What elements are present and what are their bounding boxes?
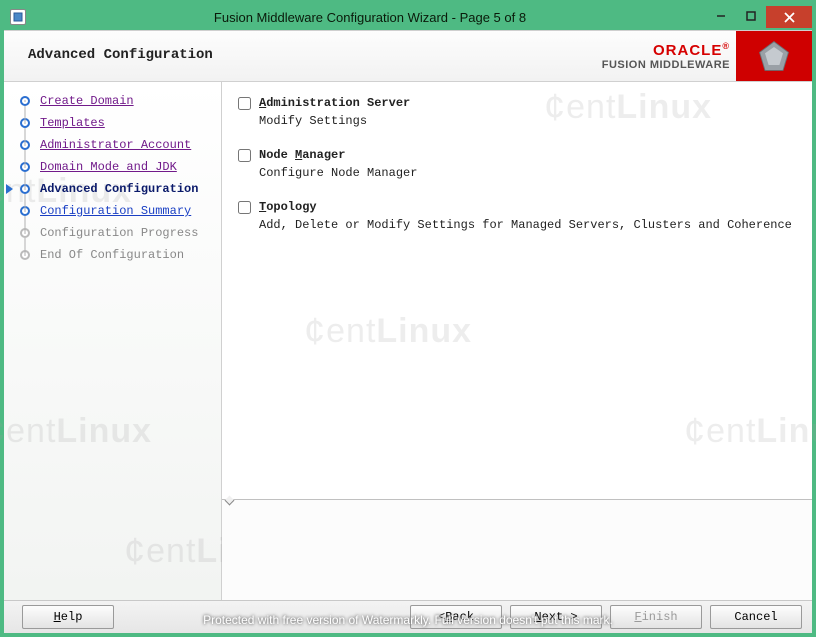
step-label: Configuration Progress	[40, 226, 198, 240]
option-admin-server-title: Administration Server	[259, 96, 410, 110]
oracle-logo-text: ORACLE®	[602, 41, 730, 59]
window-title: Fusion Middleware Configuration Wizard -…	[34, 10, 706, 25]
wizard-step-end-of-configuration: End Of Configuration	[18, 244, 215, 266]
step-label: Configuration Summary	[40, 204, 191, 218]
step-dot-icon	[20, 96, 30, 106]
oracle-subtitle: FUSION MIDDLEWARE	[602, 59, 730, 71]
step-label: Advanced Configuration	[40, 182, 198, 196]
step-dot-icon	[20, 206, 30, 216]
wizard-step-templates[interactable]: Templates	[18, 112, 215, 134]
page-header: Advanced Configuration ORACLE® FUSION MI…	[4, 31, 812, 82]
body: Create Domain Templates Administrator Acco…	[4, 82, 812, 600]
minimize-button[interactable]	[706, 6, 736, 26]
brand-block: ORACLE® FUSION MIDDLEWARE	[572, 31, 812, 81]
wizard-step-domain-mode-and-jdk[interactable]: Domain Mode and JDK	[18, 156, 215, 178]
step-dot-icon	[20, 162, 30, 172]
footer-bar: Help < Back Next > Finish Cancel	[4, 600, 812, 633]
step-dot-icon	[20, 228, 30, 238]
wizard-step-create-domain[interactable]: Create Domain	[18, 90, 215, 112]
option-node-manager-checkbox[interactable]	[238, 149, 251, 162]
option-topology-title: Topology	[259, 200, 317, 214]
client-area: ¢entLinux ¢entLinux ¢entLinux ¢entLinux …	[4, 30, 812, 633]
option-topology-desc: Add, Delete or Modify Settings for Manag…	[259, 218, 796, 232]
back-button[interactable]: < Back	[410, 605, 502, 629]
step-label: End Of Configuration	[40, 248, 184, 262]
wizard-steps-sidebar: Create Domain Templates Administrator Acco…	[4, 82, 222, 600]
step-dot-icon	[20, 250, 30, 260]
message-panel	[222, 499, 812, 600]
wizard-step-advanced-configuration: Advanced Configuration	[18, 178, 215, 200]
window-controls	[706, 6, 812, 28]
finish-button[interactable]: Finish	[610, 605, 702, 629]
option-node-manager-title: Node Manager	[259, 148, 345, 162]
step-label: Create Domain	[40, 94, 134, 108]
window-frame: Fusion Middleware Configuration Wizard -…	[0, 0, 816, 637]
wizard-step-administrator-account[interactable]: Administrator Account	[18, 134, 215, 156]
app-icon	[10, 9, 26, 25]
titlebar: Fusion Middleware Configuration Wizard -…	[4, 4, 812, 30]
wizard-step-configuration-progress: Configuration Progress	[18, 222, 215, 244]
step-dot-icon	[20, 118, 30, 128]
next-button[interactable]: Next >	[510, 605, 602, 629]
maximize-button[interactable]	[736, 6, 766, 26]
step-dot-icon	[20, 140, 30, 150]
option-topology-checkbox[interactable]	[238, 201, 251, 214]
option-node-manager-desc: Configure Node Manager	[259, 166, 796, 180]
wizard-step-configuration-summary[interactable]: Configuration Summary	[18, 200, 215, 222]
step-dot-icon	[20, 184, 30, 194]
brand-pentagon-icon	[736, 31, 812, 81]
option-admin-server: Administration Server Modify Settings	[238, 96, 796, 128]
current-step-arrow-icon	[6, 184, 13, 194]
option-node-manager: Node Manager Configure Node Manager	[238, 148, 796, 180]
main-panel: Administration Server Modify Settings Node…	[222, 82, 812, 600]
help-button[interactable]: Help	[22, 605, 114, 629]
option-admin-server-desc: Modify Settings	[259, 114, 796, 128]
page-title: Advanced Configuration	[4, 31, 572, 81]
cancel-button[interactable]: Cancel	[710, 605, 802, 629]
step-label: Templates	[40, 116, 105, 130]
option-admin-server-checkbox[interactable]	[238, 97, 251, 110]
close-button[interactable]	[766, 6, 812, 28]
step-label: Domain Mode and JDK	[40, 160, 177, 174]
content-area: Administration Server Modify Settings Node…	[222, 82, 812, 499]
option-topology: Topology Add, Delete or Modify Settings f…	[238, 200, 796, 232]
step-label: Administrator Account	[40, 138, 191, 152]
